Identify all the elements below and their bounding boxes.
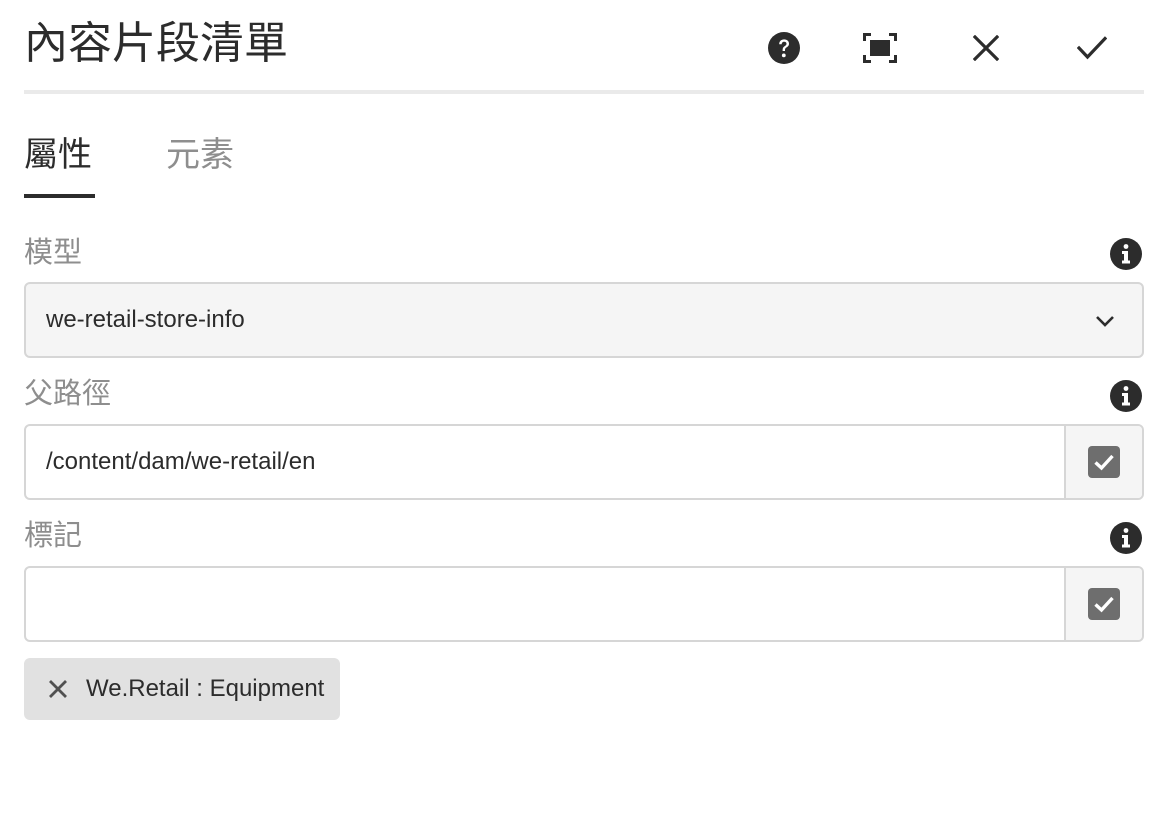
checkbox-icon (1088, 588, 1120, 620)
help-button[interactable] (760, 24, 808, 72)
parent-path-picker-button[interactable] (1064, 426, 1142, 498)
tab-list: 屬性 元素 (24, 118, 1144, 200)
info-icon[interactable] (1109, 237, 1143, 271)
model-select-value: we-retail-store-info (46, 306, 245, 333)
tags-input[interactable] (26, 568, 1066, 640)
checkmark-icon (1077, 36, 1107, 60)
check-icon (1094, 596, 1114, 613)
done-button[interactable] (1068, 24, 1116, 72)
info-icon[interactable] (1109, 521, 1143, 555)
fullscreen-button[interactable] (856, 24, 904, 72)
tag-chip: We.Retail : Equipment (24, 658, 340, 720)
header-actions (744, 24, 1144, 72)
model-label: 模型 (24, 235, 83, 269)
tag-label: We.Retail : Equipment (86, 675, 325, 702)
check-icon (1094, 454, 1114, 471)
fullscreen-icon (863, 33, 897, 63)
checkbox-icon (1088, 446, 1120, 478)
active-tab-indicator (24, 194, 95, 198)
dialog-title: 內容片段清單 (24, 18, 288, 69)
dialog-header: 內容片段清單 (24, 0, 1144, 94)
cancel-button[interactable] (962, 24, 1010, 72)
tab-properties[interactable]: 屬性 (24, 132, 92, 178)
help-circle-icon (768, 32, 800, 64)
tags-picker-button[interactable] (1064, 568, 1142, 640)
model-select[interactable]: we-retail-store-info (24, 282, 1144, 358)
parent-path-field (24, 424, 1144, 500)
tags-label: 標記 (24, 518, 83, 552)
tab-elements[interactable]: 元素 (166, 132, 234, 178)
close-icon (973, 35, 999, 61)
info-icon[interactable] (1109, 379, 1143, 413)
tags-field (24, 566, 1144, 642)
parent-path-input[interactable] (26, 426, 1066, 498)
remove-tag-icon[interactable] (46, 677, 70, 701)
chevron-down-icon (1096, 316, 1114, 327)
parent-path-label: 父路徑 (24, 376, 112, 410)
